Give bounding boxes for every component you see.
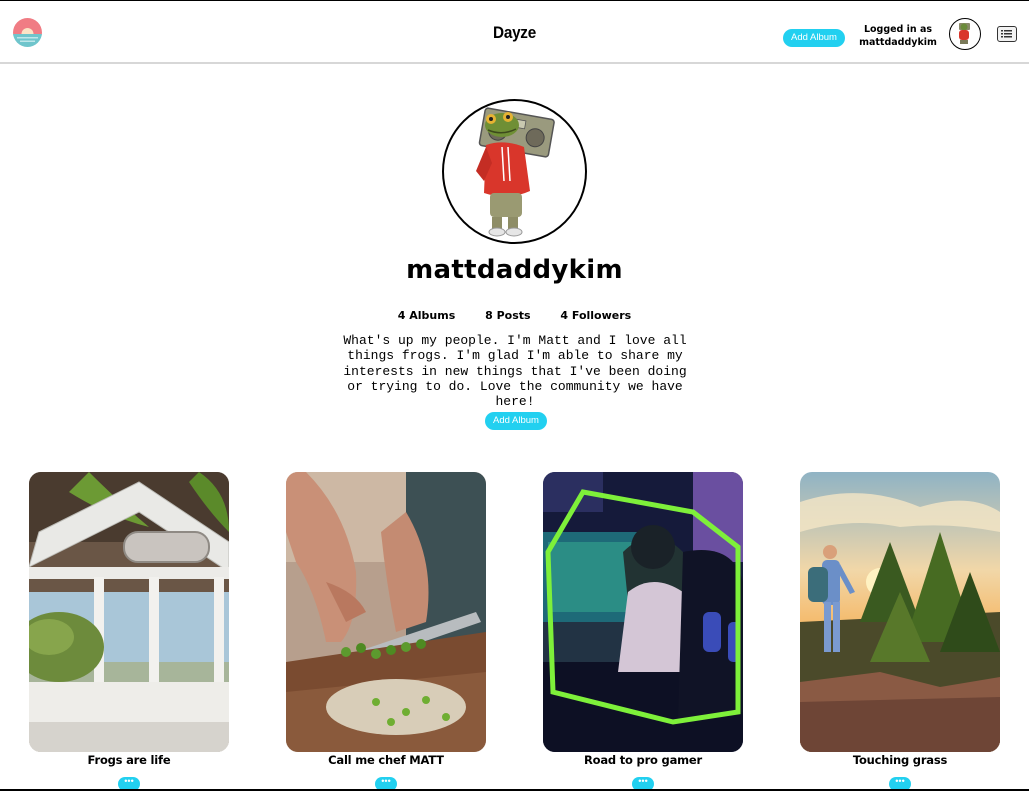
profile-stats: 4 Albums 8 Posts 4 Followers bbox=[0, 309, 1029, 322]
album-card[interactable]: Road to pro gamer ••• bbox=[543, 472, 743, 791]
profile-avatar bbox=[442, 99, 587, 244]
album-cover-frog-house[interactable] bbox=[29, 472, 229, 752]
album-card[interactable]: Call me chef MATT ••• bbox=[286, 472, 486, 791]
logged-in-username[interactable]: mattdaddykim bbox=[858, 36, 938, 49]
followers-count[interactable]: 4 Followers bbox=[560, 309, 631, 322]
profile-bio: What's up my people. I'm Matt and I love… bbox=[343, 333, 687, 410]
album-card[interactable]: Touching grass ••• bbox=[800, 472, 1000, 791]
album-title[interactable]: Call me chef MATT bbox=[286, 753, 486, 767]
add-album-button[interactable]: Add Album bbox=[783, 29, 845, 47]
albums-count[interactable]: 4 Albums bbox=[398, 309, 455, 322]
profile-add-album-button[interactable]: Add Album bbox=[485, 412, 547, 430]
album-cover-gamer[interactable] bbox=[543, 472, 743, 752]
user-avatar[interactable] bbox=[949, 18, 981, 50]
posts-count[interactable]: 8 Posts bbox=[485, 309, 530, 322]
sunset-logo-icon[interactable] bbox=[13, 18, 42, 47]
logged-in-status: Logged in as mattdaddykim bbox=[858, 23, 938, 49]
profile-username: mattdaddykim bbox=[406, 255, 623, 285]
album-cover-hiker[interactable] bbox=[800, 472, 1000, 752]
list-menu-icon[interactable] bbox=[997, 26, 1017, 42]
album-card[interactable]: Frogs are life ••• bbox=[29, 472, 229, 791]
album-title[interactable]: Road to pro gamer bbox=[543, 753, 743, 767]
album-title[interactable]: Touching grass bbox=[800, 753, 1000, 767]
top-navbar: Dayze Add Album Logged in as mattdaddyki… bbox=[0, 1, 1029, 64]
logged-in-label: Logged in as bbox=[863, 24, 933, 35]
album-title[interactable]: Frogs are life bbox=[29, 753, 229, 767]
album-cover-chopping[interactable] bbox=[286, 472, 486, 752]
